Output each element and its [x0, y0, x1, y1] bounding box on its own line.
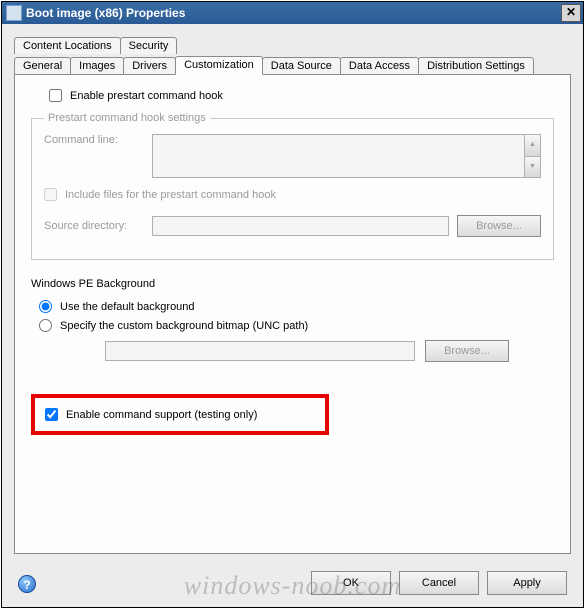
enable-command-support-label[interactable]: Enable command support (testing only): [66, 409, 257, 421]
command-line-label: Command line:: [44, 134, 144, 146]
tab-data-access[interactable]: Data Access: [340, 57, 419, 74]
source-dir-label: Source directory:: [44, 220, 144, 232]
enable-prestart-checkbox[interactable]: [49, 89, 62, 102]
tab-content-locations[interactable]: Content Locations: [14, 37, 121, 54]
title-bar: Boot image (x86) Properties ✕: [2, 2, 583, 24]
close-button[interactable]: ✕: [561, 4, 581, 22]
source-dir-input: [152, 216, 449, 236]
enable-prestart-label[interactable]: Enable prestart command hook: [70, 90, 223, 102]
ok-button[interactable]: OK: [311, 571, 391, 595]
command-line-scrollbar: ▲ ▼: [524, 134, 541, 178]
content-area: Content Locations Security General Image…: [2, 24, 583, 607]
cancel-button[interactable]: Cancel: [399, 571, 479, 595]
enable-command-support-checkbox[interactable]: [45, 408, 58, 421]
tab-customization[interactable]: Customization: [175, 56, 263, 75]
include-files-label: Include files for the prestart command h…: [65, 189, 276, 201]
command-line-input: [152, 134, 524, 178]
scroll-down-icon: ▼: [525, 157, 540, 178]
pe-background-title: Windows PE Background: [31, 278, 554, 290]
tab-strip: Content Locations Security General Image…: [14, 34, 571, 74]
tab-images[interactable]: Images: [70, 57, 124, 74]
bg-browse-button: Browse...: [425, 340, 509, 362]
prestart-browse-button: Browse...: [457, 215, 541, 237]
bg-path-input: [105, 341, 415, 361]
tab-data-source[interactable]: Data Source: [262, 57, 341, 74]
dialog-button-bar: OK Cancel Apply: [311, 571, 567, 595]
apply-button[interactable]: Apply: [487, 571, 567, 595]
prestart-legend: Prestart command hook settings: [44, 112, 210, 124]
bg-default-radio[interactable]: [39, 300, 52, 313]
include-files-checkbox: [44, 188, 57, 201]
tab-security[interactable]: Security: [120, 37, 178, 54]
bg-custom-radio[interactable]: [39, 319, 52, 332]
tab-panel-customization: Enable prestart command hook Prestart co…: [14, 74, 571, 554]
tab-drivers[interactable]: Drivers: [123, 57, 176, 74]
tab-general[interactable]: General: [14, 57, 71, 74]
scroll-up-icon: ▲: [525, 135, 540, 157]
prestart-fieldset: Prestart command hook settings Command l…: [31, 112, 554, 260]
highlight-box: Enable command support (testing only): [31, 394, 329, 435]
tab-distribution-settings[interactable]: Distribution Settings: [418, 57, 534, 74]
window-sys-icon: [6, 5, 22, 21]
window-title: Boot image (x86) Properties: [26, 6, 185, 20]
help-icon[interactable]: ?: [18, 575, 36, 593]
bg-default-label[interactable]: Use the default background: [60, 301, 195, 313]
bg-custom-label[interactable]: Specify the custom background bitmap (UN…: [60, 320, 308, 332]
properties-window: Boot image (x86) Properties ✕ Content Lo…: [1, 1, 584, 608]
